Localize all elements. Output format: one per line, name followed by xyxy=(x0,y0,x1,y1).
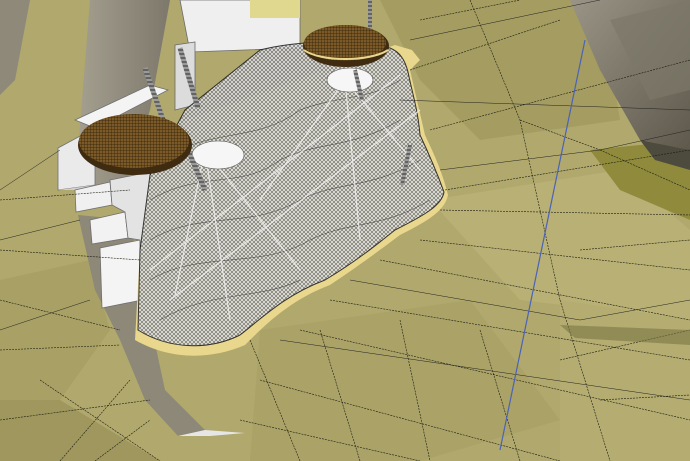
model-canvas[interactable] xyxy=(0,0,690,461)
deck-disc-icon xyxy=(79,114,189,168)
landing-disc-right xyxy=(326,67,374,93)
landing-disc-left xyxy=(191,140,245,170)
sketchup-viewport[interactable] xyxy=(0,0,690,461)
